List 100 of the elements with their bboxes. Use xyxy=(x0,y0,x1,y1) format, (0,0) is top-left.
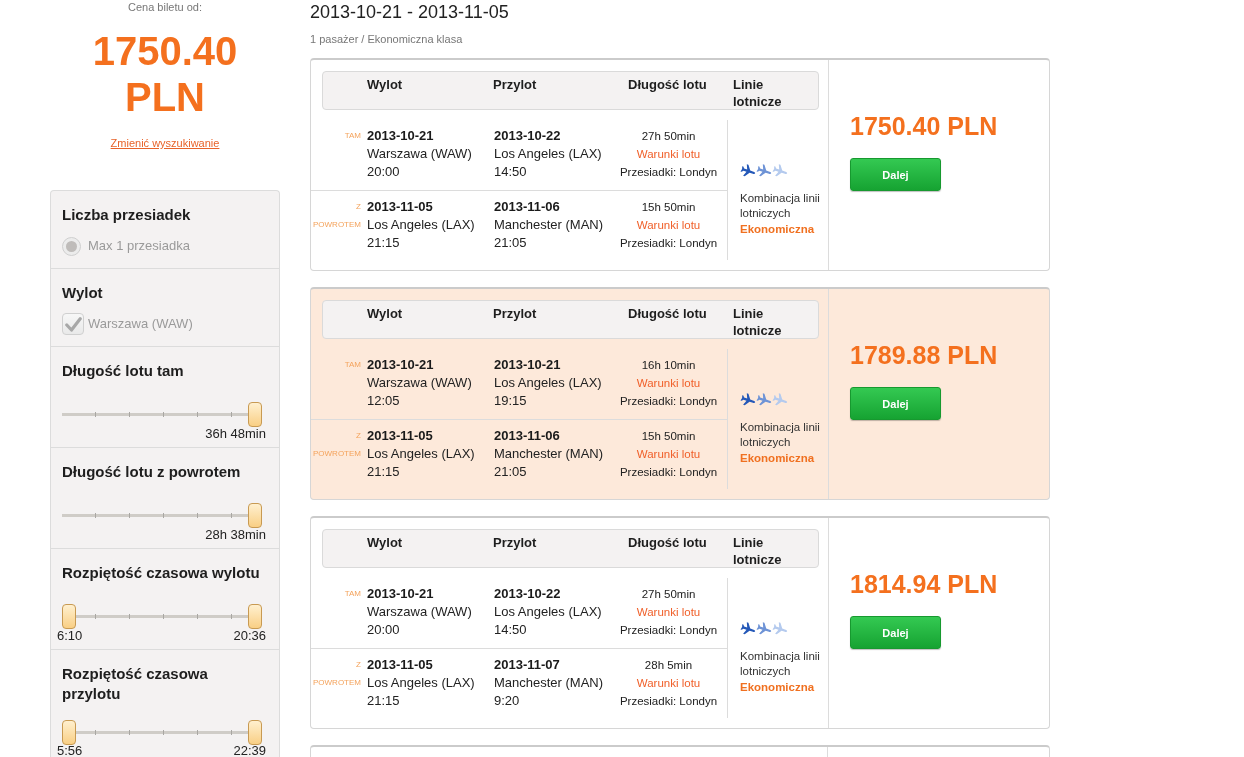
arrival-time: 9:20 xyxy=(494,692,520,710)
flight-conditions-link[interactable]: Warunki lotu xyxy=(636,674,701,692)
flight-conditions-link[interactable]: Warunki lotu xyxy=(636,216,701,234)
flight-conditions-link[interactable]: Warunki lotu xyxy=(636,603,701,621)
slider-handle[interactable] xyxy=(248,604,262,629)
filter-title: Wylot xyxy=(62,283,103,303)
slider-value: 36h 48min xyxy=(205,427,266,441)
column-header: Wylot xyxy=(367,76,403,93)
departure-date: 2013-11-05 xyxy=(367,427,433,445)
arrival-date: 2013-11-06 xyxy=(494,198,560,216)
airline-text: Kombinacja linii lotniczych xyxy=(740,649,821,679)
slider-handle[interactable] xyxy=(248,402,262,427)
departure-airport: Los Angeles (LAX) xyxy=(367,216,475,234)
offer-price: 1789.88 PLN xyxy=(850,341,998,369)
arrival-date: 2013-11-06 xyxy=(494,427,560,445)
leg-label: TAM xyxy=(344,588,361,600)
price-caption: Cena biletu od: xyxy=(128,0,202,14)
departure-airport: Warszawa (WAW) xyxy=(367,603,472,621)
departure-date: 2013-11-05 xyxy=(367,656,433,674)
column-header: Przylot xyxy=(493,76,537,93)
option-label: Warszawa (WAW) xyxy=(88,315,193,333)
leg-label: TAM xyxy=(344,130,361,142)
offer-price: 1814.94 PLN xyxy=(850,570,998,598)
departure-date: 2013-10-21 xyxy=(367,127,434,145)
airline-text: Kombinacja linii lotniczych xyxy=(740,191,821,221)
arrival-date: 2013-10-22 xyxy=(494,127,561,145)
fare-class: Ekonomiczna xyxy=(740,451,815,466)
lowest-price: 1750.40 PLN xyxy=(91,28,239,120)
flight-duration: 15h 50min xyxy=(641,429,696,444)
stopover-text: Przesiadki: Londyn xyxy=(619,394,718,409)
leg-label: Z POWROTEM xyxy=(312,201,361,231)
column-header: Wylot xyxy=(367,305,403,322)
arrival-time: 14:50 xyxy=(494,163,527,181)
fare-class: Ekonomiczna xyxy=(740,222,815,237)
column-header: Linie lotnicze xyxy=(733,534,783,568)
arrival-date: 2013-10-22 xyxy=(494,585,561,603)
fare-class: Ekonomiczna xyxy=(740,680,815,695)
airplanes-icon xyxy=(740,163,788,179)
arrival-airport: Manchester (MAN) xyxy=(494,216,604,234)
arrival-time: 19:15 xyxy=(494,392,527,410)
column-header: Długość lotu xyxy=(628,305,707,322)
column-header: Przylot xyxy=(493,534,537,551)
stopover-text: Przesiadki: Londyn xyxy=(619,236,718,251)
departure-time: 20:00 xyxy=(367,621,400,639)
arrival-time: 21:05 xyxy=(494,234,527,252)
column-header: Linie lotnicze xyxy=(733,76,783,110)
arrival-time: 21:05 xyxy=(494,463,527,481)
flight-duration: 27h 50min xyxy=(641,587,696,602)
next-button[interactable]: Dalej xyxy=(850,387,941,420)
flight-conditions-link[interactable]: Warunki lotu xyxy=(636,374,701,392)
option-label: Max 1 przesiadka xyxy=(88,237,190,255)
filter-title: Długość lotu z powrotem xyxy=(62,462,241,482)
leg-label: TAM xyxy=(344,359,361,371)
arrival-time: 14:50 xyxy=(494,621,527,639)
slider-value: 20:36 xyxy=(233,629,266,643)
check-icon xyxy=(64,316,82,332)
arrival-date: 2013-10-21 xyxy=(494,356,561,374)
slider-handle[interactable] xyxy=(248,720,262,745)
departure-airport: Los Angeles (LAX) xyxy=(367,674,475,692)
filter-title: Rozpiętość czasowa przylotu xyxy=(62,664,209,704)
departure-airport: Warszawa (WAW) xyxy=(367,374,472,392)
airplanes-icon xyxy=(740,621,788,637)
slider-handle[interactable] xyxy=(248,503,262,528)
stopover-text: Przesiadki: Londyn xyxy=(619,165,718,180)
flight-conditions-link[interactable]: Warunki lotu xyxy=(636,445,701,463)
next-button[interactable]: Dalej xyxy=(850,158,941,191)
flight-conditions-link[interactable]: Warunki lotu xyxy=(636,145,701,163)
departure-time: 20:00 xyxy=(367,163,400,181)
flight-duration: 15h 50min xyxy=(641,200,696,215)
offer-price: 1750.40 PLN xyxy=(850,112,998,140)
leg-label: Z POWROTEM xyxy=(312,430,361,460)
column-header: Długość lotu xyxy=(628,76,707,93)
column-header: Wylot xyxy=(367,534,403,551)
column-header: Przylot xyxy=(493,305,537,322)
filter-title: Rozpiętość czasowa wylotu xyxy=(62,563,260,583)
arrival-airport: Manchester (MAN) xyxy=(494,674,604,692)
departure-time: 21:15 xyxy=(367,234,400,252)
airline-text: Kombinacja linii lotniczych xyxy=(740,420,821,450)
slider-value: 6:10 xyxy=(57,629,83,643)
flight-duration: 16h 10min xyxy=(641,358,696,373)
departure-time: 21:15 xyxy=(367,692,400,710)
filter-title: Liczba przesiadek xyxy=(62,205,191,225)
slider-handle[interactable] xyxy=(62,604,76,629)
departure-date: 2013-10-21 xyxy=(367,356,434,374)
stopover-text: Przesiadki: Londyn xyxy=(619,694,718,709)
change-search-link[interactable]: Zmienić wyszukiwanie xyxy=(110,136,220,150)
next-button[interactable]: Dalej xyxy=(850,616,941,649)
arrival-airport: Los Angeles (LAX) xyxy=(494,374,602,392)
slider-handle[interactable] xyxy=(62,720,76,745)
departure-time: 21:15 xyxy=(367,463,400,481)
slider-value: 28h 38min xyxy=(205,528,266,542)
departure-date: 2013-11-05 xyxy=(367,198,433,216)
stopover-text: Przesiadki: Londyn xyxy=(619,623,718,638)
flight-duration: 28h 5min xyxy=(644,658,693,673)
departure-airport: Warszawa (WAW) xyxy=(367,145,472,163)
slider-value: 5:56 xyxy=(57,745,83,757)
flight-duration: 27h 50min xyxy=(641,129,696,144)
departure-date: 2013-10-21 xyxy=(367,585,434,603)
arrival-airport: Los Angeles (LAX) xyxy=(494,145,602,163)
stopover-text: Przesiadki: Londyn xyxy=(619,465,718,480)
